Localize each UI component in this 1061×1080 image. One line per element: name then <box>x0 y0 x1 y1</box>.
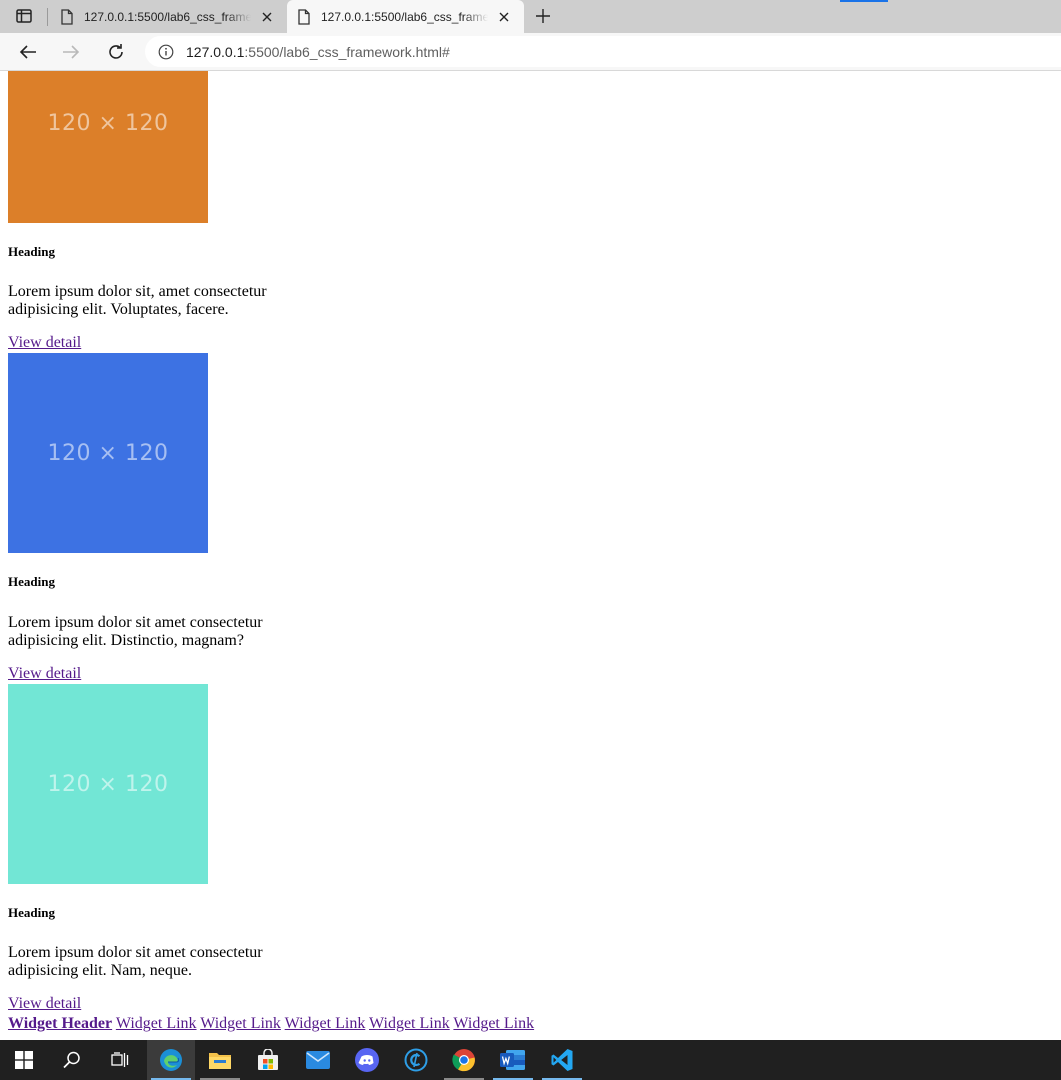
card-heading: Heading <box>8 244 55 259</box>
discord-icon <box>355 1048 379 1072</box>
mail-icon <box>306 1051 330 1069</box>
card-text: Lorem ipsum dolor sit amet consectetur a… <box>8 614 263 649</box>
vscode-icon <box>551 1049 573 1071</box>
chrome-icon <box>452 1049 475 1072</box>
widget-link[interactable]: Widget Link <box>453 1015 534 1032</box>
widget-link[interactable]: Widget Link <box>116 1015 197 1032</box>
start-button[interactable] <box>0 1040 48 1080</box>
widget: Widget Header Widget Link Widget Link Wi… <box>8 1015 534 1033</box>
card-image: 120 × 120 <box>8 353 208 553</box>
file-explorer-icon <box>209 1053 231 1069</box>
search-button[interactable] <box>48 1040 96 1080</box>
taskbar-ccleaner[interactable] <box>392 1040 440 1080</box>
window-accent <box>840 0 888 2</box>
browser-tab-1[interactable]: 127.0.0.1:5500/lab6_css_framework.html <box>50 0 287 33</box>
ccleaner-icon <box>404 1048 428 1072</box>
forward-arrow-icon <box>63 45 80 59</box>
card-image: 120 × 120 <box>8 71 208 223</box>
page-icon <box>61 8 73 25</box>
taskbar-discord[interactable] <box>343 1040 391 1080</box>
taskbar-vscode[interactable] <box>538 1040 586 1080</box>
new-tab-button[interactable] <box>531 5 555 27</box>
back-arrow-icon <box>19 45 36 59</box>
tab-close-button[interactable] <box>496 9 512 25</box>
taskbar <box>0 1040 1061 1080</box>
card-text: Lorem ipsum dolor sit, amet consectetur … <box>8 283 267 318</box>
url-path: :5500/lab6_css_framework.html# <box>244 43 450 60</box>
address-bar[interactable]: 127.0.0.1:5500/lab6_css_framework.html# <box>145 36 1061 67</box>
card-text: Lorem ipsum dolor sit amet consectetur a… <box>8 944 263 979</box>
task-view-button[interactable] <box>96 1040 144 1080</box>
view-detail-link[interactable]: View detail <box>8 334 81 352</box>
edge-icon <box>160 1049 182 1071</box>
placeholder-label: 120 × 120 <box>47 771 169 797</box>
taskbar-file-explorer[interactable] <box>196 1040 244 1080</box>
task-view-icon <box>111 1052 129 1067</box>
page-icon <box>298 8 310 25</box>
close-icon <box>499 12 509 21</box>
forward-button[interactable] <box>58 39 84 65</box>
widget-link[interactable]: Widget Link <box>369 1015 450 1032</box>
widget-link[interactable]: Widget Link <box>200 1015 281 1032</box>
browser-tab-strip: 127.0.0.1:5500/lab6_css_framework.html 1… <box>0 0 1061 33</box>
view-detail-link[interactable]: View detail <box>8 665 81 683</box>
taskbar-edge[interactable] <box>147 1040 195 1080</box>
url-host: 127.0.0.1 <box>186 43 245 60</box>
taskbar-chrome[interactable] <box>440 1040 488 1080</box>
card-heading: Heading <box>8 905 55 920</box>
start-icon <box>15 1051 33 1069</box>
tab-actions-button[interactable] <box>8 6 40 26</box>
card-heading: Heading <box>8 574 55 589</box>
back-button[interactable] <box>15 39 41 65</box>
page-viewport: 120 × 120 Heading Lorem ipsum dolor sit,… <box>0 71 1061 1040</box>
tab-separator <box>47 8 48 26</box>
card-image: 120 × 120 <box>8 684 208 884</box>
taskbar-store[interactable] <box>244 1040 292 1080</box>
tab-close-button[interactable] <box>259 9 275 25</box>
taskbar-mail[interactable] <box>294 1040 342 1080</box>
plus-icon <box>536 9 550 23</box>
widget-header-link[interactable]: Widget Header <box>8 1015 112 1032</box>
info-icon[interactable] <box>158 44 174 60</box>
view-detail-link[interactable]: View detail <box>8 995 81 1013</box>
tab-title: 127.0.0.1:5500/lab6_css_framework.html <box>321 9 488 24</box>
placeholder-label: 120 × 120 <box>47 110 169 136</box>
refresh-icon <box>109 44 123 59</box>
refresh-button[interactable] <box>103 39 129 65</box>
word-icon <box>500 1050 525 1070</box>
widget-link[interactable]: Widget Link <box>285 1015 366 1032</box>
browser-toolbar: 127.0.0.1:5500/lab6_css_framework.html# <box>0 33 1061 71</box>
store-icon <box>258 1049 278 1070</box>
tab-actions-icon <box>16 9 32 23</box>
taskbar-word[interactable] <box>489 1040 537 1080</box>
search-icon <box>63 1051 80 1069</box>
browser-tab-2[interactable]: 127.0.0.1:5500/lab6_css_framework.html <box>287 0 524 33</box>
close-icon <box>262 12 272 21</box>
placeholder-label: 120 × 120 <box>47 440 169 466</box>
tab-title: 127.0.0.1:5500/lab6_css_framework.html <box>84 9 251 24</box>
